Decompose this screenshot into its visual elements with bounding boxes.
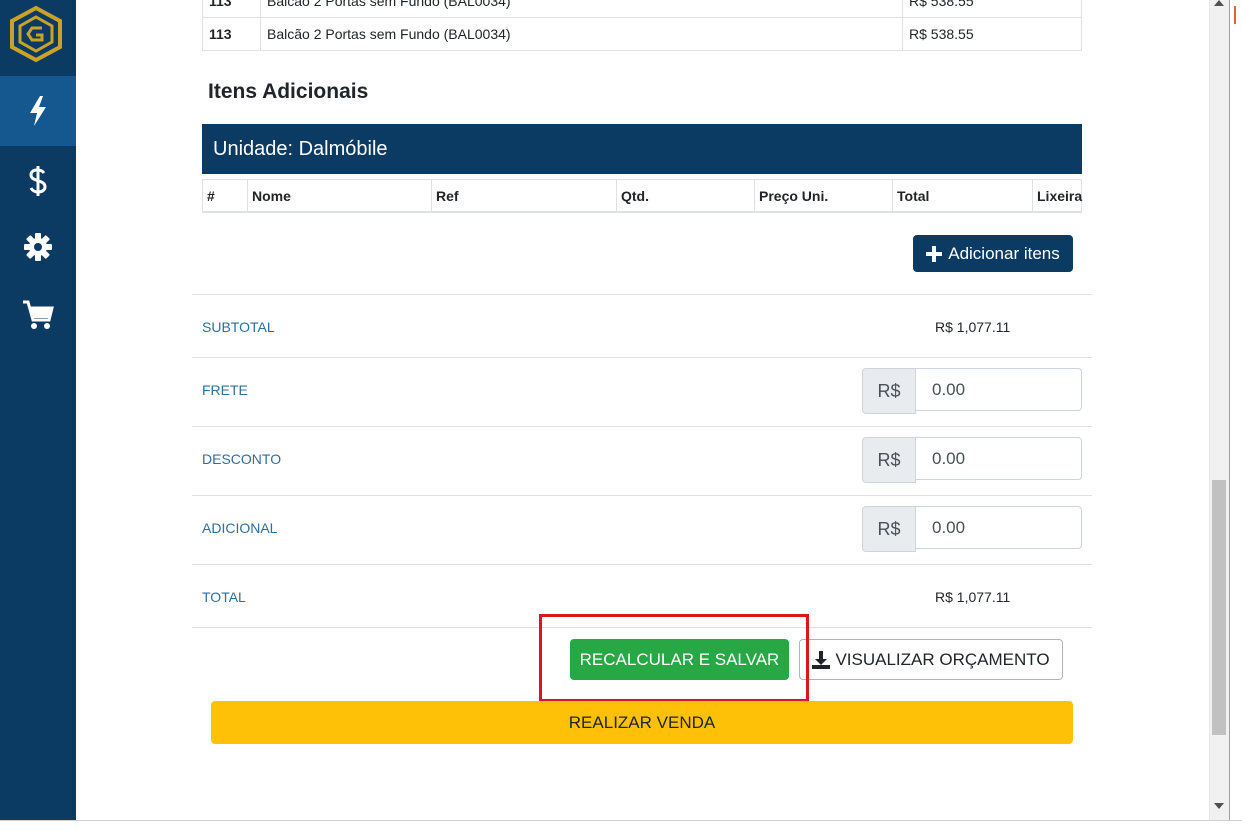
row-price: R$ 538.55: [902, 0, 1082, 18]
adicional-input-group: R$: [862, 506, 1082, 552]
col-trash: Lixeira: [1032, 180, 1082, 211]
brand-logo-icon[interactable]: [8, 4, 64, 64]
download-icon: [812, 650, 831, 669]
add-items-button[interactable]: Adicionar itens: [913, 235, 1073, 272]
view-quote-label: VISUALIZAR ORÇAMENTO: [835, 649, 1050, 669]
desconto-input-group: R$: [862, 437, 1082, 483]
scrollbar[interactable]: [1209, 0, 1229, 820]
adjacent-window-edge: [1229, 0, 1242, 820]
scroll-down-icon[interactable]: [1214, 803, 1224, 809]
desconto-label: DESCONTO: [202, 451, 282, 467]
currency-addon: R$: [862, 437, 916, 483]
total-value: R$ 1,077.11: [935, 589, 1011, 605]
nav-cart[interactable]: [0, 280, 76, 350]
divider: [192, 564, 1092, 565]
table-row: 113 Balcão 2 Portas sem Fundo (BAL0034) …: [202, 0, 1082, 18]
make-sale-button[interactable]: REALIZAR VENDA: [211, 701, 1073, 744]
subtotal-value: R$ 1,077.11: [935, 319, 1011, 335]
divider: [192, 426, 1092, 427]
scroll-up-icon[interactable]: [1214, 0, 1224, 6]
cart-icon: [23, 300, 54, 329]
divider: [192, 495, 1092, 496]
adicional-label: ADICIONAL: [202, 520, 278, 536]
col-qty: Qtd.: [616, 180, 754, 211]
gear-icon: [24, 233, 52, 261]
col-name: Nome: [247, 180, 431, 211]
row-description: Balcão 2 Portas sem Fundo (BAL0034): [260, 17, 903, 51]
frete-label: FRETE: [202, 382, 248, 398]
lightning-icon: [30, 96, 46, 126]
section-title: Itens Adicionais: [208, 80, 369, 103]
row-description: Balcão 2 Portas sem Fundo (BAL0034): [260, 0, 903, 18]
nav-financial[interactable]: [0, 146, 76, 216]
adicional-input[interactable]: [916, 506, 1082, 549]
col-unit-price: Preço Uni.: [754, 180, 892, 211]
sidebar: [0, 0, 76, 820]
dollar-icon: [29, 166, 47, 196]
subtotal-label: SUBTOTAL: [202, 319, 275, 335]
row-price: R$ 538.55: [902, 17, 1082, 51]
row-number: 113: [202, 0, 261, 18]
divider: [192, 294, 1092, 295]
nav-lightning[interactable]: [0, 76, 76, 146]
row-number: 113: [202, 17, 261, 51]
total-label: TOTAL: [202, 589, 246, 605]
unit-header: Unidade: Dalmóbile: [202, 124, 1082, 174]
plus-icon: [926, 245, 943, 262]
scroll-thumb[interactable]: [1212, 480, 1226, 735]
view-quote-button[interactable]: VISUALIZAR ORÇAMENTO: [799, 639, 1063, 680]
recalculate-save-button[interactable]: RECALCULAR E SALVAR: [570, 639, 789, 680]
frete-input-group: R$: [862, 368, 1082, 414]
table-row: 113 Balcão 2 Portas sem Fundo (BAL0034) …: [202, 17, 1082, 51]
col-ref: Ref: [431, 180, 616, 211]
window-corner-mark: [1234, 6, 1242, 24]
divider: [192, 627, 1092, 628]
col-index: #: [202, 180, 247, 211]
nav-settings[interactable]: [0, 212, 76, 282]
window-bottom-edge: [0, 820, 1242, 831]
currency-addon: R$: [862, 368, 916, 414]
divider: [192, 357, 1092, 358]
add-items-label: Adicionar itens: [948, 243, 1060, 263]
col-total: Total: [892, 180, 1032, 211]
items-table-header: # Nome Ref Qtd. Preço Uni. Total Lixeira: [202, 179, 1082, 213]
products-table: 113 Balcão 2 Portas sem Fundo (BAL0034) …: [202, 0, 1082, 51]
desconto-input[interactable]: [916, 437, 1082, 480]
currency-addon: R$: [862, 506, 916, 552]
frete-input[interactable]: [916, 368, 1082, 411]
